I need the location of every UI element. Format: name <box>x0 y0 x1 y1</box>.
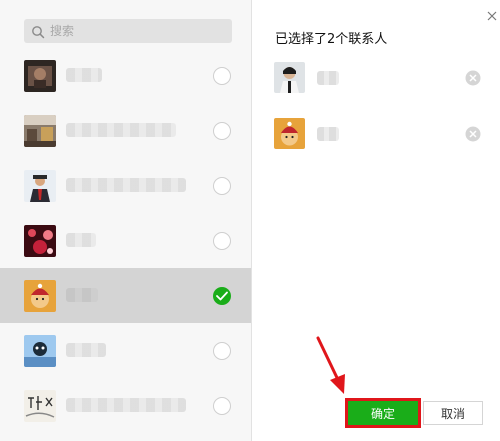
contact-name-blurred <box>66 398 186 412</box>
contact-item[interactable] <box>0 323 251 378</box>
select-radio-checked[interactable] <box>213 287 231 305</box>
selected-panel: 已选择了2个联系人 <box>252 0 500 441</box>
avatar <box>274 118 305 149</box>
contact-list <box>0 48 251 433</box>
avatar <box>24 115 56 147</box>
select-radio[interactable] <box>213 177 231 195</box>
contact-item-selected[interactable] <box>0 268 251 323</box>
contact-picker-panel <box>0 0 252 441</box>
check-icon <box>216 291 228 301</box>
contact-item[interactable] <box>0 48 251 103</box>
cancel-button[interactable]: 取消 <box>423 401 483 425</box>
close-icon[interactable] <box>487 6 497 21</box>
contact-name-blurred <box>317 127 339 141</box>
search-icon <box>31 24 45 39</box>
remove-contact-icon[interactable] <box>465 70 481 86</box>
selected-contact-item <box>252 62 500 102</box>
avatar <box>24 60 56 92</box>
confirm-button[interactable]: 确定 <box>345 398 421 428</box>
red-arrow-annotation <box>316 336 345 394</box>
select-radio[interactable] <box>213 232 231 250</box>
selected-contact-item <box>252 118 500 158</box>
contact-name-blurred <box>66 233 96 247</box>
select-radio[interactable] <box>213 122 231 140</box>
contact-item[interactable] <box>0 158 251 213</box>
avatar <box>274 62 305 93</box>
selected-count-title: 已选择了2个联系人 <box>275 32 388 47</box>
contact-name-blurred <box>66 178 186 192</box>
remove-contact-icon[interactable] <box>465 126 481 142</box>
avatar <box>24 335 56 367</box>
avatar <box>24 390 56 422</box>
avatar <box>24 170 56 202</box>
avatar <box>24 225 56 257</box>
contact-name-blurred <box>66 123 176 137</box>
select-radio[interactable] <box>213 67 231 85</box>
search-input[interactable] <box>50 24 220 38</box>
avatar <box>24 280 56 312</box>
contact-item[interactable] <box>0 378 251 433</box>
contact-name-blurred <box>66 288 98 302</box>
select-radio[interactable] <box>213 342 231 360</box>
contact-name-blurred <box>317 71 339 85</box>
contact-name-blurred <box>66 343 106 357</box>
select-radio[interactable] <box>213 397 231 415</box>
contact-item[interactable] <box>0 103 251 158</box>
contact-item[interactable] <box>0 213 251 268</box>
contact-name-blurred <box>66 68 102 82</box>
search-box[interactable] <box>24 19 232 43</box>
